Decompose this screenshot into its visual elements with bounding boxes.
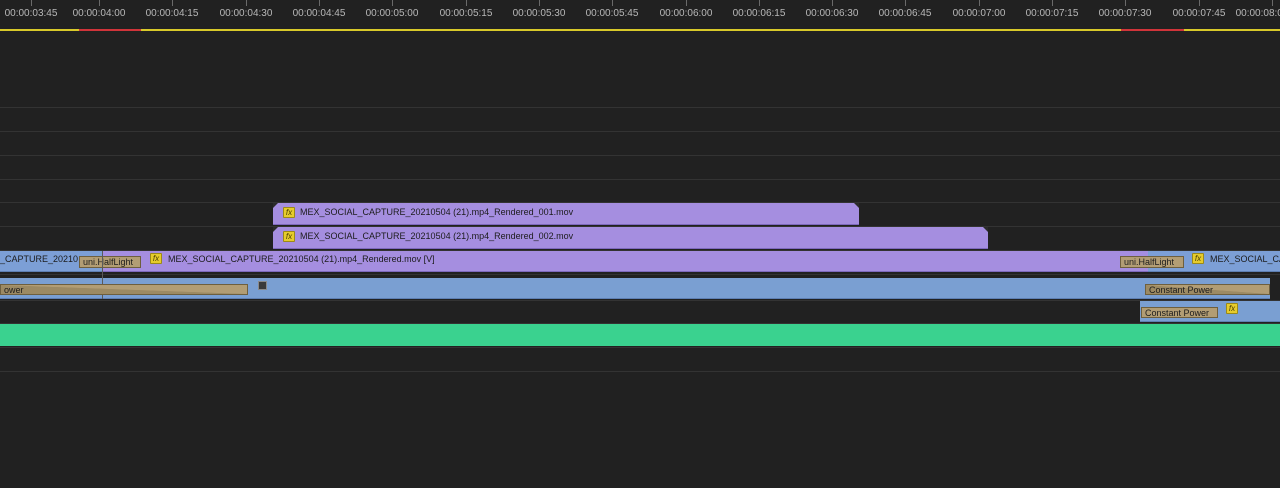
clip-start-marker [273,203,278,208]
ruler-tick [905,0,906,6]
ruler-label: 00:00:06:45 [878,8,932,19]
transition-label: uni.HalfLight [83,257,134,267]
ruler-label: 00:00:06:30 [805,8,859,19]
ruler-tick [686,0,687,6]
audio-transition-constant-power[interactable]: Constant Power [1145,284,1270,295]
ruler-tick [1272,0,1273,6]
ruler-tick [759,0,760,6]
transition-label: Constant Power [1149,285,1214,295]
clip-name: MEX_SOCIAL_CAPTURE_20210504 (21).mp4_Ren… [300,231,574,241]
ruler-tick [832,0,833,6]
ruler-label: 00:00:05:45 [585,8,639,19]
video-transition-halflight[interactable]: uni.HalfLight [1120,256,1184,268]
clip-name: MEX_SOCIAL_CAPTURE_20210504 (21).mp4_Ren… [168,254,435,264]
ruler-label: 00:00:05:00 [365,8,419,19]
ruler-tick [1125,0,1126,6]
render-needed-segment [79,29,141,31]
ruler-label: 00:00:07:15 [1025,8,1079,19]
video-clip-rendered-main[interactable]: fx MEX_SOCIAL_CAPTURE_20210504 (21).mp4_… [102,251,1148,272]
track-divider [0,131,1280,132]
ruler-label: 00:00:07:30 [1098,8,1152,19]
fx-badge-icon[interactable]: fx [283,231,295,242]
ruler-tick [979,0,980,6]
video-clip-rendered-001[interactable]: fx MEX_SOCIAL_CAPTURE_20210504 (21).mp4_… [273,203,859,225]
ruler-label: 00:00:06:15 [732,8,786,19]
video-clip-rendered-002[interactable]: fx MEX_SOCIAL_CAPTURE_20210504 (21).mp4_… [273,227,988,249]
ruler-label: 00:00:05:30 [512,8,566,19]
ruler-label: 00:00:05:15 [439,8,493,19]
ruler-label: 00:00:04:00 [72,8,126,19]
track-divider [0,347,1280,348]
audio-transition-constant-power[interactable]: Constant Power [1141,307,1218,318]
clip-end-marker [854,203,859,208]
fx-badge-icon[interactable]: fx [1226,303,1238,314]
ruler-tick [1199,0,1200,6]
fx-badge-icon[interactable]: fx [150,253,162,264]
ruler-tick [466,0,467,6]
track-divider [0,107,1280,108]
track-divider [0,155,1280,156]
fx-badge-icon[interactable]: fx [1192,253,1204,264]
ruler-tick [539,0,540,6]
track-divider [0,371,1280,372]
audio-transition-constant-power[interactable]: ower [0,284,248,295]
clip-name: MEX_SOCIAL_CAP [1210,254,1280,264]
track-divider [0,300,1280,301]
clip-end-marker [983,227,988,232]
ruler-tick [31,0,32,6]
ruler-label: 00:00:04:30 [219,8,273,19]
clip-name: MEX_SOCIAL_CAPTURE_20210504 (21).mp4_Ren… [300,207,574,217]
ruler-label: 00:00:08:00 [1235,8,1280,19]
clip-name: _CAPTURE_20210 [0,254,79,264]
ruler-label: 00:00:06:00 [659,8,713,19]
ruler-label: 00:00:07:45 [1172,8,1226,19]
ruler-label: 00:00:04:15 [145,8,199,19]
ruler-tick [246,0,247,6]
time-ruler[interactable]: 00:00:03:45 00:00:04:00 00:00:04:15 00:0… [0,0,1280,28]
clip-start-marker [273,227,278,232]
track-divider [0,179,1280,180]
ruler-tick [99,0,100,6]
video-transition-halflight[interactable]: uni.HalfLight [79,256,141,268]
ruler-label: 00:00:07:00 [952,8,1006,19]
ruler-tick [172,0,173,6]
work-area-bar[interactable] [0,29,1280,31]
fx-badge-icon[interactable]: fx [283,207,295,218]
transition-label: uni.HalfLight [1124,257,1175,267]
transition-ramp [1,285,247,294]
transition-label: ower [4,285,24,295]
keyframe-icon[interactable] [258,281,267,290]
render-needed-segment [1121,29,1184,31]
transition-label: Constant Power [1145,308,1210,318]
ruler-tick [1052,0,1053,6]
ruler-label: 00:00:04:45 [292,8,346,19]
track-divider [0,274,1280,275]
ruler-tick [612,0,613,6]
green-clip[interactable] [0,324,1280,346]
ruler-label: 00:00:03:45 [4,8,58,19]
ruler-tick [319,0,320,6]
ruler-tick [392,0,393,6]
